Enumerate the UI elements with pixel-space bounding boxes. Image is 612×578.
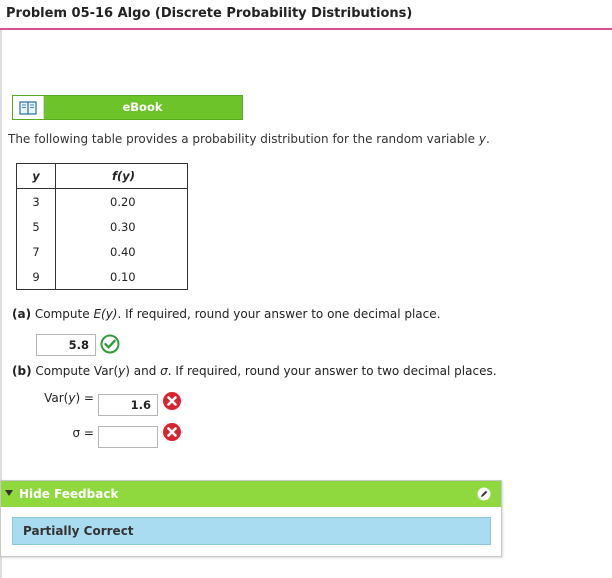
column-header-y: y	[16, 163, 56, 189]
cell-fy: 0.30	[110, 219, 136, 234]
feedback-result: Partially Correct	[12, 517, 491, 545]
part-b-tag: (b)	[12, 364, 32, 378]
feedback-panel: Hide Feedback Partially Correct	[0, 480, 502, 557]
probability-table: y f(y) 3 0.20 5 0.30 7 0.40 9 0.10	[16, 163, 188, 290]
variance-label-end: ) =	[75, 391, 94, 405]
intro-text-part: The following table provides a probabili…	[8, 132, 479, 146]
part-b-question: (b) Compute Var(y) and σ. If required, r…	[12, 364, 497, 378]
part-b-text-end: . If required, round your answer to two …	[167, 364, 497, 378]
table-row: 5 0.30	[16, 214, 188, 239]
ebook-label: eBook	[122, 100, 163, 114]
cell-y: 3	[16, 188, 56, 214]
cell-fy: 0.20	[110, 194, 136, 209]
part-a-text: Compute	[31, 307, 94, 321]
variance-label: Var(y) =	[20, 391, 94, 405]
incorrect-x-icon	[163, 423, 181, 441]
sigma-label: σ =	[72, 426, 94, 440]
problem-title: Problem 05-16 Algo (Discrete Probability…	[6, 6, 413, 21]
part-a-expression: E(y)	[93, 307, 118, 321]
intro-text: The following table provides a probabili…	[8, 132, 490, 146]
cell-fy: 0.40	[110, 244, 136, 259]
part-a-tag: (a)	[12, 307, 32, 321]
collapse-triangle-icon	[5, 490, 13, 496]
incorrect-x-icon	[163, 392, 181, 410]
part-b-text-mid: ) and	[125, 364, 161, 378]
cell-y: 7	[16, 239, 56, 264]
table-row: 3 0.20	[16, 188, 188, 214]
column-header-fy: f(y)	[55, 163, 188, 189]
cell-fy: 0.10	[110, 269, 136, 284]
correct-check-icon	[100, 334, 120, 354]
hide-feedback-label: Hide Feedback	[19, 487, 119, 501]
sigma-answer-input[interactable]	[98, 426, 158, 448]
intro-variable: y	[478, 132, 486, 146]
part-a-text-end: . If required, round your answer to one …	[117, 307, 441, 321]
problem-header: Problem 05-16 Algo (Discrete Probability…	[0, 0, 612, 30]
table-header-row: y f(y)	[16, 163, 188, 189]
variance-label-part: Var(	[44, 391, 69, 405]
intro-text-end: .	[485, 132, 490, 146]
header-rule	[0, 28, 612, 30]
pencil-icon[interactable]	[477, 487, 491, 501]
variance-answer-input[interactable]: 1.6	[98, 394, 158, 416]
book-icon	[13, 96, 44, 119]
cell-y: 5	[16, 214, 56, 239]
table-row: 9 0.10	[16, 264, 188, 290]
ebook-button[interactable]: eBook	[12, 95, 243, 120]
part-b-text: Compute Var(	[31, 364, 119, 378]
hide-feedback-toggle[interactable]: Hide Feedback	[1, 481, 501, 507]
part-a-answer-input[interactable]: 5.8	[36, 334, 96, 356]
cell-y: 9	[16, 264, 56, 290]
part-b-sigma: σ	[160, 364, 168, 378]
part-a-question: (a) Compute E(y). If required, round you…	[12, 307, 440, 321]
table-row: 7 0.40	[16, 239, 188, 264]
